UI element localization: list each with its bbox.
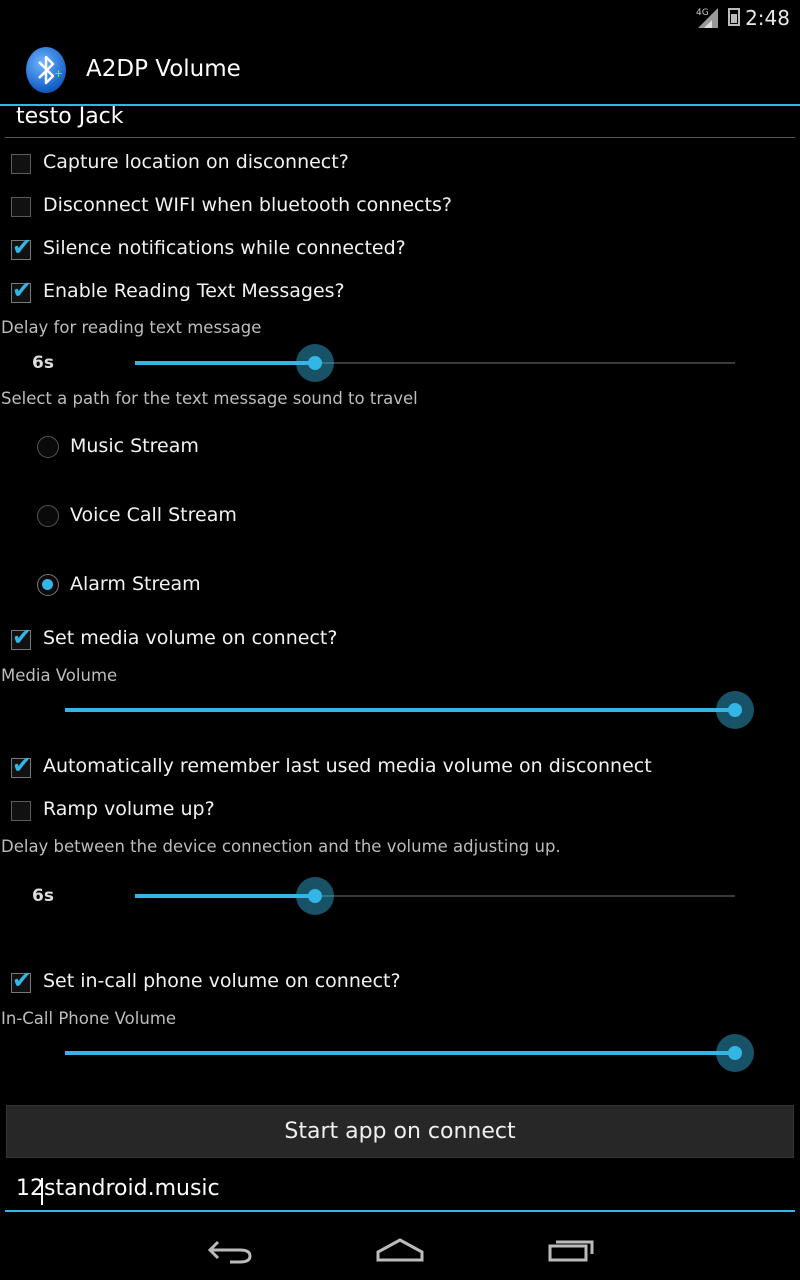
remember-volume-row[interactable]: ✔ Automatically remember last used media…	[0, 750, 800, 790]
status-time: 2:48	[745, 6, 790, 30]
radio-alarm-stream[interactable]: Alarm Stream	[0, 557, 800, 617]
radio-voice-call-stream[interactable]: Voice Call Stream	[0, 488, 800, 548]
capture-location-label: Capture location on disconnect?	[43, 151, 349, 173]
check-icon: ✔	[12, 623, 33, 651]
incall-volume-row[interactable]: ✔ Set in-call phone volume on connect?	[0, 965, 800, 1005]
incall-volume-caption: In-Call Phone Volume	[1, 1009, 177, 1028]
media-volume-seekbar[interactable]	[65, 691, 754, 729]
package-name-field[interactable]: 12standroid.music	[5, 1170, 795, 1212]
check-icon: ✔	[12, 966, 33, 994]
silence-notifications-checkbox[interactable]: ✔	[11, 233, 32, 261]
text-cursor	[41, 1178, 43, 1205]
seekbar-progress	[135, 894, 315, 898]
text-delay-caption: Delay for reading text message	[1, 318, 262, 337]
radio-button[interactable]	[37, 436, 59, 458]
back-icon[interactable]	[206, 1236, 254, 1264]
capture-location-checkbox[interactable]	[11, 154, 31, 174]
radio-label: Music Stream	[70, 435, 199, 457]
incall-volume-checkbox[interactable]: ✔	[11, 966, 32, 994]
device-name-value: testo Jack	[16, 104, 124, 129]
bluetooth-icon[interactable]: +	[26, 47, 66, 93]
radio-label: Alarm Stream	[70, 573, 201, 595]
package-name-value: 12standroid.music	[16, 1176, 220, 1201]
enable-reading-text-label: Enable Reading Text Messages?	[43, 280, 345, 302]
disconnect-wifi-checkbox[interactable]	[11, 197, 31, 217]
signal-icon: 4G	[696, 8, 718, 28]
app-title: A2DP Volume	[86, 56, 241, 82]
navigation-bar	[0, 1220, 800, 1280]
ramp-delay-seekbar[interactable]	[135, 877, 735, 915]
check-icon: ✔	[12, 233, 33, 261]
enable-reading-text-row[interactable]: ✔ Enable Reading Text Messages?	[0, 275, 800, 315]
disconnect-wifi-label: Disconnect WIFI when bluetooth connects?	[43, 194, 452, 216]
ramp-volume-checkbox[interactable]	[11, 801, 31, 821]
start-app-button[interactable]: Start app on connect	[6, 1105, 794, 1158]
capture-location-row[interactable]: Capture location on disconnect?	[0, 146, 800, 186]
disconnect-wifi-row[interactable]: Disconnect WIFI when bluetooth connects?	[0, 189, 800, 229]
incall-volume-seekbar[interactable]	[65, 1034, 754, 1072]
check-icon: ✔	[12, 751, 33, 779]
radio-button[interactable]	[37, 505, 59, 527]
media-volume-label: Set media volume on connect?	[43, 627, 338, 649]
enable-reading-text-checkbox[interactable]: ✔	[11, 276, 32, 304]
incall-volume-label: Set in-call phone volume on connect?	[43, 970, 401, 992]
text-delay-seekbar[interactable]	[135, 344, 735, 382]
radio-label: Voice Call Stream	[70, 504, 237, 526]
ramp-delay-value: 6s	[32, 886, 54, 906]
remember-volume-label: Automatically remember last used media v…	[43, 755, 652, 777]
silence-notifications-row[interactable]: ✔ Silence notifications while connected?	[0, 232, 800, 272]
sound-path-caption: Select a path for the text message sound…	[1, 389, 418, 408]
media-volume-row[interactable]: ✔ Set media volume on connect?	[0, 622, 800, 662]
seekbar-progress	[65, 1051, 735, 1055]
check-icon: ✔	[12, 276, 33, 304]
battery-icon	[728, 8, 740, 26]
svg-text:+: +	[54, 67, 63, 80]
silence-notifications-label: Silence notifications while connected?	[43, 237, 406, 259]
network-type: 4G	[696, 8, 709, 18]
ramp-volume-row[interactable]: Ramp volume up?	[0, 793, 800, 833]
action-bar: + A2DP Volume	[0, 34, 800, 106]
ramp-delay-caption: Delay between the device connection and …	[1, 837, 561, 856]
home-icon[interactable]	[374, 1234, 426, 1264]
seekbar-progress	[65, 708, 735, 712]
radio-button[interactable]	[37, 574, 59, 596]
remember-volume-checkbox[interactable]: ✔	[11, 751, 32, 779]
media-volume-checkbox[interactable]: ✔	[11, 623, 32, 651]
recents-icon[interactable]	[546, 1236, 596, 1264]
seekbar-progress	[135, 361, 315, 365]
device-name-field[interactable]: testo Jack	[5, 104, 795, 138]
ramp-volume-label: Ramp volume up?	[43, 798, 215, 820]
media-volume-caption: Media Volume	[1, 666, 118, 685]
text-delay-value: 6s	[32, 353, 54, 373]
radio-music-stream[interactable]: Music Stream	[0, 419, 800, 479]
status-bar: 4G 2:48	[0, 0, 800, 34]
